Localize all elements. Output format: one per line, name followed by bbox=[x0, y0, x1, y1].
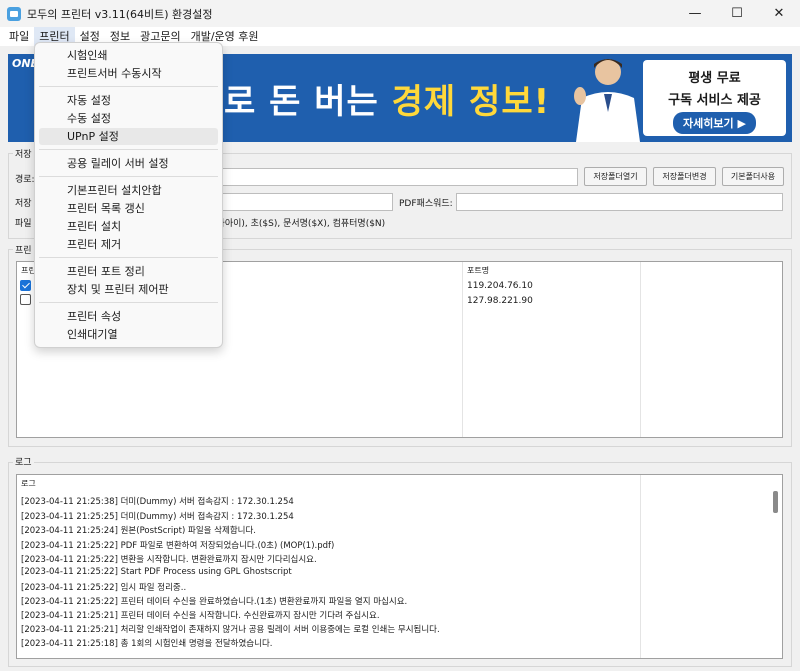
menu-separator bbox=[39, 149, 218, 150]
log-entry: [2023-04-11 21:25:22] 임시 파일 정리중.. bbox=[21, 583, 187, 593]
save-name-label: 저장 bbox=[15, 199, 32, 209]
save-group-label: 저장 bbox=[13, 147, 34, 160]
window-controls: — ☐ ✕ bbox=[674, 0, 800, 27]
column-separator bbox=[640, 262, 641, 437]
minimize-button[interactable]: — bbox=[674, 0, 716, 27]
printer-group-label: 프린 bbox=[13, 243, 34, 256]
menu-item-manual-setup[interactable]: 수동 설정 bbox=[39, 110, 218, 127]
menu-separator bbox=[39, 176, 218, 177]
menu-item-printer-properties[interactable]: 프린터 속성 bbox=[39, 308, 218, 325]
log-entry: [2023-04-11 21:25:22] 변환을 시작합니다. 변환완료까지 … bbox=[21, 555, 317, 565]
menu-item-auto-setup[interactable]: 자동 설정 bbox=[39, 92, 218, 109]
column-separator bbox=[640, 475, 641, 658]
banner-promo-box: 평생 무료 구독 서비스 제공 자세히보기 ▶ bbox=[643, 60, 786, 136]
printer-row-port: 127.98.221.90 bbox=[467, 296, 533, 306]
log-entry: [2023-04-11 21:25:38] 더미(Dummy) 서버 접속감지 … bbox=[21, 497, 294, 507]
filename-label: 파일 bbox=[15, 219, 32, 229]
menu-item-clean-printer-ports[interactable]: 프린터 포트 정리 bbox=[39, 263, 218, 280]
banner-promo-line2: 구독 서비스 제공 bbox=[668, 93, 761, 108]
menu-item-test-print[interactable]: 시험인쇄 bbox=[39, 47, 218, 64]
log-entry: [2023-04-11 21:25:22] 프린터 데이터 수신을 완료하였습니… bbox=[21, 597, 408, 607]
column-separator bbox=[462, 262, 463, 437]
printer-row-checkbox[interactable] bbox=[20, 280, 31, 291]
log-entry: [2023-04-11 21:25:18] 총 1회의 시험인쇄 명령을 전달하… bbox=[21, 639, 273, 649]
banner-headline-highlight: 경제 정보! bbox=[391, 82, 551, 122]
menu-item-devices-and-printers[interactable]: 장치 및 프린터 제어판 bbox=[39, 281, 218, 298]
filename-pattern-hint: 대문자아이), 초($S), 문서명($X), 컴퓨터명($N) bbox=[200, 219, 386, 229]
menu-item-upnp-setup[interactable]: UPnP 설정 bbox=[39, 128, 218, 145]
log-column-header: 로그 bbox=[21, 479, 36, 488]
maximize-button[interactable]: ☐ bbox=[716, 0, 758, 27]
log-group-label: 로그 bbox=[13, 455, 34, 468]
log-entry: [2023-04-11 21:25:24] 원본(PostScript) 파일을… bbox=[21, 526, 256, 536]
printer-row-port: 119.204.76.10 bbox=[467, 281, 533, 291]
menu-item-refresh-printer-list[interactable]: 프린터 목록 갱신 bbox=[39, 200, 218, 217]
menu-item-relay-server-setup[interactable]: 공용 릴레이 서버 설정 bbox=[39, 155, 218, 172]
menu-separator bbox=[39, 86, 218, 87]
menu-item-print-queue[interactable]: 인쇄대기열 bbox=[39, 326, 218, 343]
printer-app-icon bbox=[7, 6, 21, 21]
log-entry: [2023-04-11 21:25:22] Start PDF Process … bbox=[21, 567, 292, 577]
log-entry: [2023-04-11 21:25:21] 처리할 인쇄작업이 존재하지 않거나… bbox=[21, 625, 440, 635]
menu-separator bbox=[39, 302, 218, 303]
pdf-password-field[interactable] bbox=[456, 193, 783, 211]
close-button[interactable]: ✕ bbox=[758, 0, 800, 27]
banner-cta-button[interactable]: 자세히보기 ▶ bbox=[673, 112, 756, 134]
menu-file[interactable]: 파일 bbox=[4, 27, 34, 46]
log-entry: [2023-04-11 21:25:21] 프린터 데이터 수신을 시작합니다.… bbox=[21, 611, 380, 621]
log-scrollbar[interactable] bbox=[773, 491, 778, 513]
banner-person-image bbox=[574, 59, 640, 142]
change-save-folder-button[interactable]: 저장폴더변경 bbox=[653, 167, 716, 186]
path-label: 경로: bbox=[15, 175, 35, 185]
banner-headline-text: 로 돈 버는 bbox=[224, 82, 392, 122]
banner-headline: 로 돈 버는 경제 정보! bbox=[224, 74, 550, 123]
pdf-password-label: PDF패스워드: bbox=[399, 199, 453, 209]
menu-separator bbox=[39, 257, 218, 258]
title-bar: 모두의 프린터 v3.11(64비트) 환경설정 — ☐ ✕ bbox=[0, 0, 800, 27]
log-entry: [2023-04-11 21:25:25] 더미(Dummy) 서버 접속감지 … bbox=[21, 512, 294, 522]
default-folder-button[interactable]: 기본폴더사용 bbox=[722, 167, 784, 186]
window-title: 모두의 프린터 v3.11(64비트) 환경설정 bbox=[27, 7, 213, 21]
menu-item-skip-default-printer[interactable]: 기본프린터 설치안합 bbox=[39, 182, 218, 199]
log-list[interactable]: 로그 [2023-04-11 21:25:38] 더미(Dummy) 서버 접속… bbox=[16, 474, 783, 659]
open-save-folder-button[interactable]: 저장폴더열기 bbox=[584, 167, 647, 186]
menu-item-remove-printer[interactable]: 프린터 제거 bbox=[39, 236, 218, 253]
printer-row-checkbox[interactable] bbox=[20, 294, 31, 305]
menu-item-manual-start-server[interactable]: 프린트서버 수동시작 bbox=[39, 65, 218, 82]
menu-item-install-printer[interactable]: 프린터 설치 bbox=[39, 218, 218, 235]
printer-menu-dropdown: 시험인쇄 프린트서버 수동시작 자동 설정 수동 설정 UPnP 설정 공용 릴… bbox=[34, 42, 223, 348]
log-entry: [2023-04-11 21:25:22] PDF 파일로 변환하여 저장되었습… bbox=[21, 541, 335, 551]
banner-promo-line1: 평생 무료 bbox=[688, 71, 741, 86]
column-header-port[interactable]: 포트명 bbox=[467, 265, 489, 276]
